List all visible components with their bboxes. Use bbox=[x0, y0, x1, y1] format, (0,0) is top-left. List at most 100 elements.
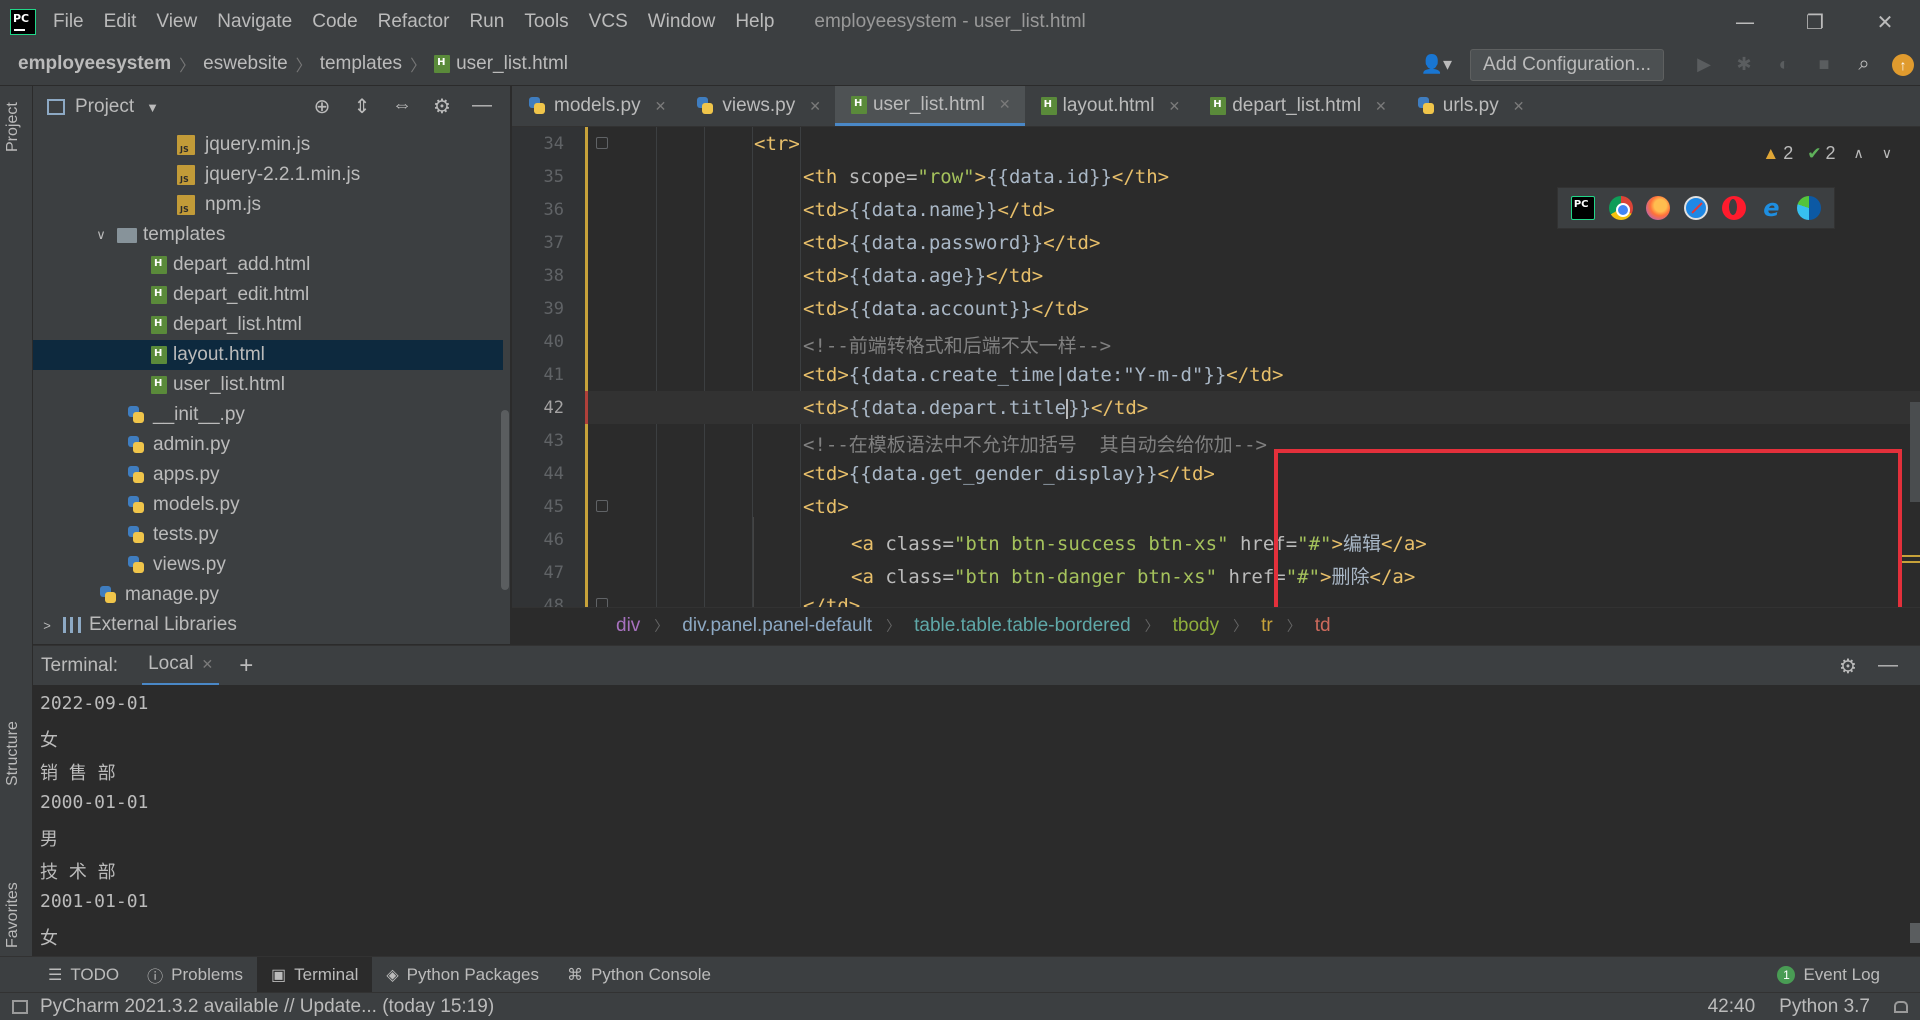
debug-icon[interactable]: ✱ bbox=[1724, 54, 1764, 75]
tree-item[interactable]: jquery.min.js bbox=[33, 130, 503, 160]
tree-item[interactable]: apps.py bbox=[33, 460, 503, 490]
crumb-project[interactable]: employeesystem bbox=[18, 53, 171, 75]
tree-item[interactable]: npm.js bbox=[33, 190, 503, 220]
breadcrumb-div[interactable]: div bbox=[616, 615, 640, 637]
breadcrumb-table[interactable]: table.table.table-bordered bbox=[914, 615, 1131, 637]
menu-refactor[interactable]: Refactor bbox=[378, 11, 450, 33]
user-dropdown-icon[interactable]: 👤▾ bbox=[1421, 54, 1452, 75]
close-tab-icon[interactable]: ✕ bbox=[1168, 98, 1180, 115]
breadcrumb-tr[interactable]: tr bbox=[1261, 615, 1273, 637]
close-icon[interactable]: ✕ bbox=[1850, 0, 1920, 43]
tab-models-py[interactable]: models.py ✕ bbox=[512, 86, 680, 126]
tree-item[interactable]: admin.py bbox=[33, 430, 503, 460]
tree-item[interactable]: views.py bbox=[33, 550, 503, 580]
hide-icon[interactable]: — bbox=[1868, 654, 1908, 679]
gear-icon[interactable]: ⚙ bbox=[422, 94, 462, 119]
tree-item[interactable]: jquery-2.2.1.min.js bbox=[33, 160, 503, 190]
menu-window[interactable]: Window bbox=[648, 11, 716, 33]
event-log-button[interactable]: 1 Event Log bbox=[1777, 957, 1880, 993]
opera-icon[interactable] bbox=[1721, 196, 1746, 220]
chevron-down-icon[interactable]: ▼ bbox=[146, 100, 159, 115]
add-configuration-button[interactable]: Add Configuration... bbox=[1470, 48, 1664, 81]
menu-tools[interactable]: Tools bbox=[524, 11, 568, 33]
close-tab-icon[interactable]: ✕ bbox=[202, 656, 214, 673]
terminal-output[interactable]: 2022-09-01 女 销 售 部 2000-01-01 男 技 术 部 20… bbox=[33, 685, 1920, 955]
breadcrumb-panel[interactable]: div.panel.panel-default bbox=[682, 615, 872, 637]
firefox-icon[interactable] bbox=[1646, 196, 1671, 220]
tab-urls-py[interactable]: urls.py ✕ bbox=[1401, 86, 1539, 126]
chevron-right-icon[interactable]: > bbox=[39, 618, 55, 633]
tab-user-list-html[interactable]: user_list.html ✕ bbox=[834, 86, 1025, 126]
tool-python-packages[interactable]: ◈ Python Packages bbox=[372, 957, 553, 993]
tab-depart-list-html[interactable]: depart_list.html ✕ bbox=[1194, 86, 1401, 126]
crumb-templates[interactable]: templates bbox=[320, 53, 402, 75]
tree-item[interactable]: depart_list.html bbox=[33, 310, 503, 340]
tab-layout-html[interactable]: layout.html ✕ bbox=[1025, 86, 1195, 126]
fold-icon[interactable] bbox=[596, 598, 608, 607]
tree-item[interactable]: depart_add.html bbox=[33, 250, 503, 280]
crumb-eswebsite[interactable]: eswebsite bbox=[203, 53, 288, 75]
tree-scrollbar[interactable] bbox=[501, 410, 509, 590]
close-tab-icon[interactable]: ✕ bbox=[1513, 98, 1525, 115]
close-tab-icon[interactable]: ✕ bbox=[999, 96, 1011, 113]
menu-file[interactable]: File bbox=[53, 11, 84, 33]
update-icon[interactable]: ↑ bbox=[1892, 53, 1914, 76]
python-interpreter[interactable]: Python 3.7 bbox=[1779, 996, 1870, 1018]
locate-icon[interactable]: ⊕ bbox=[302, 94, 342, 119]
tool-todo[interactable]: ☰ TODO bbox=[34, 957, 133, 993]
crumb-file[interactable]: user_list.html bbox=[434, 53, 568, 75]
chevron-down-icon[interactable]: ∨ bbox=[1882, 145, 1892, 162]
restore-icon[interactable]: ❐ bbox=[1780, 0, 1850, 43]
breadcrumb-td[interactable]: td bbox=[1315, 615, 1331, 637]
tree-item[interactable]: manage.py bbox=[33, 580, 503, 610]
tree-item[interactable]: tests.py bbox=[33, 520, 503, 550]
stop-icon[interactable]: ■ bbox=[1804, 54, 1844, 75]
internet-explorer-icon[interactable]: e bbox=[1759, 194, 1783, 222]
menu-help[interactable]: Help bbox=[735, 11, 774, 33]
tree-item[interactable]: depart_edit.html bbox=[33, 280, 503, 310]
project-tool-tab[interactable]: Project bbox=[4, 102, 22, 152]
lock-icon[interactable] bbox=[1894, 1001, 1908, 1013]
menu-view[interactable]: View bbox=[156, 11, 197, 33]
search-icon[interactable]: ⌕ bbox=[1844, 53, 1884, 76]
favorites-tool-tab[interactable]: Favorites bbox=[4, 882, 22, 948]
inspection-widget[interactable]: ▲ 2 ✔ 2 ∧ ∨ bbox=[1762, 143, 1892, 164]
error-stripe-mark[interactable] bbox=[1902, 561, 1920, 563]
menu-navigate[interactable]: Navigate bbox=[217, 11, 292, 33]
tool-terminal[interactable]: ▣ Terminal bbox=[256, 956, 373, 993]
terminal-tab-local[interactable]: Local ✕ bbox=[142, 646, 220, 686]
close-tab-icon[interactable]: ✕ bbox=[809, 98, 821, 115]
fold-icon[interactable] bbox=[596, 137, 608, 149]
tree-item-selected[interactable]: layout.html bbox=[33, 340, 503, 370]
chevron-up-icon[interactable]: ∧ bbox=[1854, 145, 1864, 162]
tool-problems[interactable]: ⓘ Problems bbox=[133, 957, 257, 993]
tree-item[interactable]: __init__.py bbox=[33, 400, 503, 430]
minimize-icon[interactable]: — bbox=[1710, 0, 1780, 43]
pycharm-browser-icon[interactable] bbox=[1570, 196, 1595, 220]
error-stripe-mark[interactable] bbox=[1902, 555, 1920, 557]
breadcrumb-tbody[interactable]: tbody bbox=[1173, 615, 1219, 637]
gear-icon[interactable]: ⚙ bbox=[1828, 654, 1868, 679]
menu-vcs[interactable]: VCS bbox=[589, 11, 628, 33]
tab-views-py[interactable]: views.py ✕ bbox=[680, 86, 835, 126]
structure-tool-tab[interactable]: Structure bbox=[4, 721, 22, 786]
tool-python-console[interactable]: ⌘ Python Console bbox=[553, 957, 725, 993]
tree-folder-templates[interactable]: ∨ templates bbox=[33, 220, 503, 250]
close-tab-icon[interactable]: ✕ bbox=[1375, 98, 1387, 115]
fold-icon[interactable] bbox=[596, 500, 608, 512]
expand-all-icon[interactable]: ⇕ bbox=[342, 94, 382, 119]
coverage-icon[interactable]: ◐ bbox=[1764, 54, 1804, 75]
status-message[interactable]: PyCharm 2021.3.2 available // Update... … bbox=[40, 996, 494, 1018]
menu-edit[interactable]: Edit bbox=[104, 11, 137, 33]
menu-run[interactable]: Run bbox=[469, 11, 504, 33]
terminal-scrollbar[interactable] bbox=[1910, 923, 1920, 943]
close-tab-icon[interactable]: ✕ bbox=[655, 98, 667, 115]
safari-icon[interactable] bbox=[1683, 196, 1708, 220]
tree-item[interactable]: models.py bbox=[33, 490, 503, 520]
project-view-selector[interactable]: Project bbox=[75, 96, 134, 118]
run-icon[interactable]: ▶ bbox=[1684, 54, 1724, 75]
chrome-icon[interactable] bbox=[1608, 196, 1633, 220]
tree-item-external-libraries[interactable]: > External Libraries bbox=[33, 610, 503, 640]
edge-icon[interactable] bbox=[1797, 196, 1822, 220]
collapse-all-icon[interactable]: ⇔ bbox=[382, 94, 422, 119]
